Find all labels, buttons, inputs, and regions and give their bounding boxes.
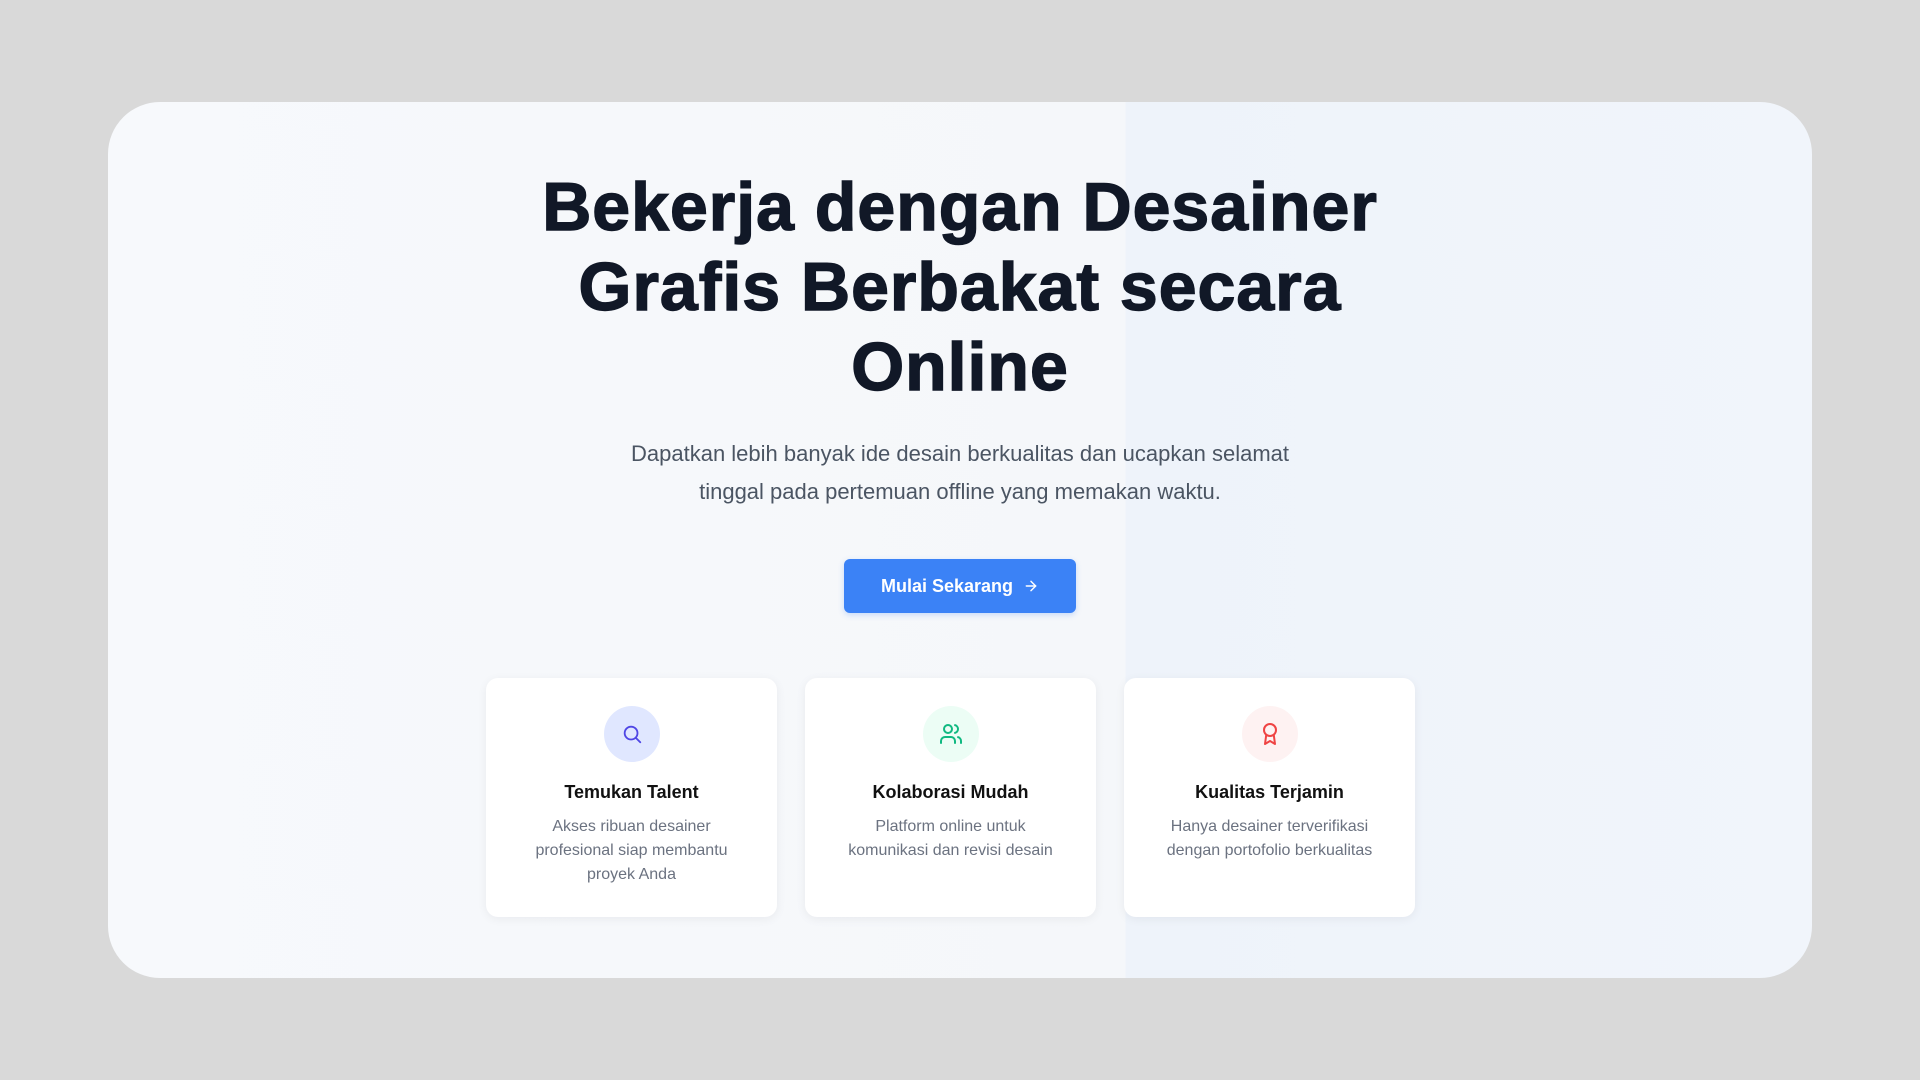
get-started-label: Mulai Sekarang [880, 575, 1014, 596]
feature-title: Kolaborasi Mudah [872, 782, 1029, 802]
search-icon [603, 706, 660, 762]
feature-card-collaboration: Kolaborasi Mudah Platform online untuk k… [805, 678, 1096, 917]
feature-card-quality: Kualitas Terjamin Hanya desainer terveri… [1124, 678, 1415, 917]
award-icon [1241, 706, 1298, 762]
feature-title: Temukan Talent [564, 782, 699, 802]
feature-description: Akses ribuan desainer profesional siap m… [535, 818, 728, 883]
feature-description: Hanya desainer terverifikasi dengan port… [1166, 818, 1373, 859]
get-started-button[interactable]: Mulai Sekarang [843, 559, 1077, 613]
feature-list: Temukan Talent Akses ribuan desainer pro… [486, 678, 1415, 917]
feature-description: Platform online untuk komunikasi dan rev… [848, 818, 1053, 859]
arrow-right-icon [1023, 578, 1039, 594]
hero-subtitle: Dapatkan lebih banyak ide desain berkual… [631, 441, 1289, 504]
users-icon [922, 706, 979, 762]
hero-card: Bekerja dengan Desainer Grafis Berbakat … [108, 102, 1812, 978]
hero-section: Bekerja dengan Desainer Grafis Berbakat … [108, 102, 1812, 613]
feature-title: Kualitas Terjamin [1195, 782, 1344, 802]
hero-headline: Bekerja dengan Desainer Grafis Berbakat … [542, 168, 1378, 405]
feature-card-find-talent: Temukan Talent Akses ribuan desainer pro… [486, 678, 777, 917]
